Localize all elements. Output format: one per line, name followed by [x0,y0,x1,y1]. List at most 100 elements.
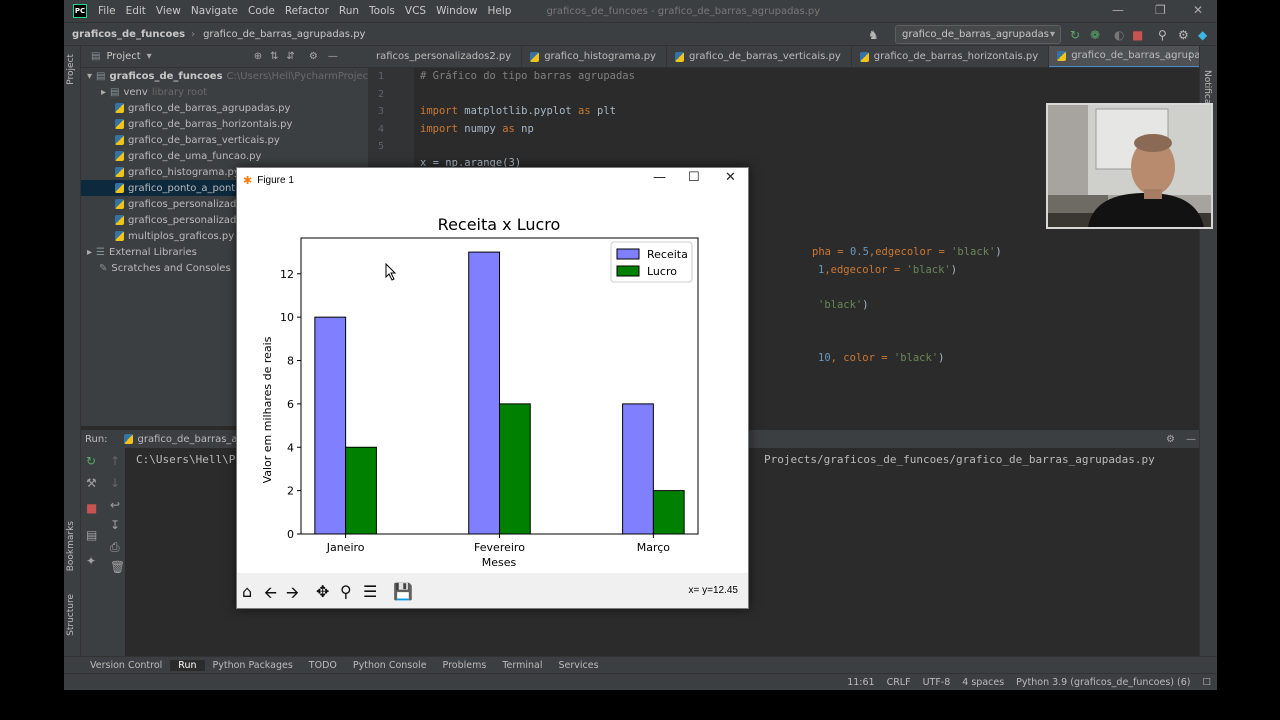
status-bar: 11:61 CRLF UTF-8 4 spaces Python 3.9 (gr… [64,673,1217,690]
up-arrow-icon[interactable]: ↑ [110,454,120,468]
run-panel-label: Run: [85,433,108,445]
debug-icon[interactable]: ❁ [1090,28,1100,42]
breadcrumb-file[interactable]: grafico_de_barras_agrupadas.py [195,29,365,40]
tool-window-services[interactable]: Services [551,660,607,671]
tree-file-label: multiplos_graficos.py [128,230,235,242]
user-icon[interactable]: ♞ [868,28,879,42]
save-icon[interactable]: 💾 [393,582,413,601]
restore-icon[interactable]: ❐ [1155,3,1166,17]
down-arrow-icon[interactable]: ↓ [110,476,120,490]
python-file-icon [115,119,124,129]
indent-setting[interactable]: 4 spaces [956,677,1010,688]
gear-icon[interactable]: ⚙ [1166,434,1175,445]
tree-item-venv[interactable]: ▸ ▤ venv library root [81,84,368,100]
y-tick-label: 10 [280,311,294,324]
minimize-icon[interactable]: — [653,170,666,185]
tree-file[interactable]: grafico_de_barras_agrupadas.py [81,100,368,116]
menu-tools[interactable]: Tools [364,5,400,17]
maximize-icon[interactable]: ☐ [688,170,700,185]
tree-root[interactable]: ▾ ▤ graficos_de_funcoes C:\Users\Hell\Py… [81,68,368,84]
close-icon[interactable]: ✕ [725,170,736,185]
y-tick-label: 4 [287,441,294,454]
x-tick-label: Março [637,541,671,554]
python-file-icon [115,103,124,113]
project-panel-title[interactable]: Project [106,51,140,62]
editor-tab[interactable]: grafico_histograma.py [522,46,667,67]
back-arrow-icon[interactable]: 🡨 [264,582,277,609]
pin-icon[interactable]: ✦ [86,554,96,568]
rerun-icon[interactable]: ↻ [86,454,96,468]
tool-window-bar: Version Control Run Python Packages TODO… [64,656,1217,673]
editor-tab-active[interactable]: grafico_de_barras_agrupadas.py✕ [1049,46,1199,67]
structure-tool-tab[interactable]: Structure [66,594,76,636]
forward-arrow-icon[interactable]: 🡪 [286,582,299,609]
locate-icon[interactable]: ⊕ [254,51,262,62]
mouse-cursor-icon [385,263,397,281]
close-icon[interactable]: ✕ [1193,3,1203,17]
editor-tab[interactable]: grafico_de_barras_verticais.py [667,46,852,67]
search-icon[interactable]: ⚲ [1158,28,1167,42]
layout-icon[interactable]: ▤ [86,528,97,542]
tool-window-todo[interactable]: TODO [301,660,345,671]
hide-panel-icon[interactable]: — [1186,434,1196,445]
jetbrains-ai-icon[interactable]: ◆ [1198,28,1207,42]
wrench-icon[interactable]: ⚒ [86,476,97,490]
tree-file[interactable]: grafico_de_uma_funcao.py [81,148,368,164]
menu-window[interactable]: Window [431,5,482,17]
python-interpreter[interactable]: Python 3.9 (graficos_de_funcoes) (6) [1010,677,1196,688]
expand-all-icon[interactable]: ⇅ [270,51,278,62]
scroll-to-end-icon[interactable]: ↧ [110,518,120,532]
coverage-icon[interactable]: ◐ [1114,28,1124,42]
bookmarks-tool-tab[interactable]: Bookmarks [66,521,76,571]
file-encoding[interactable]: UTF-8 [917,677,957,688]
more-icon[interactable]: ⋮ [1185,50,1196,63]
trash-icon[interactable]: 🗑 [110,560,125,574]
line-separator[interactable]: CRLF [881,677,917,688]
code-line-fragment: 10, color = 'black') [818,352,945,364]
x-tick-label: Janeiro [326,541,365,554]
editor-tab[interactable]: grafico_de_barras_horizontais.py [852,46,1050,67]
rerun-icon[interactable]: ↻ [1070,28,1080,42]
tool-window-python-console[interactable]: Python Console [345,660,435,671]
menu-edit[interactable]: Edit [121,5,151,17]
editor-tab-label: grafico_de_barras_agrupadas.py [1071,50,1199,61]
python-file-icon [530,51,540,62]
project-tool-tab[interactable]: Project [66,54,76,85]
gear-icon[interactable]: ⚙ [309,51,318,62]
stop-icon[interactable]: ■ [1132,28,1143,42]
tool-window-terminal[interactable]: Terminal [494,660,550,671]
print-icon[interactable]: ⎙ [110,540,120,555]
menu-run[interactable]: Run [334,5,364,17]
hide-panel-icon[interactable]: — [328,51,338,62]
menu-code[interactable]: Code [243,5,280,17]
menu-refactor[interactable]: Refactor [280,5,334,17]
tool-window-version-control[interactable]: Version Control [82,660,170,671]
run-config-selector[interactable]: grafico_de_barras_agrupadas ▾ [895,25,1061,44]
menu-vcs[interactable]: VCS [400,5,431,17]
breadcrumb-project[interactable]: graficos_de_funcoes [64,29,185,40]
figure-title: Figure 1 [257,174,294,186]
tool-window-run[interactable]: Run [170,659,205,671]
zoom-icon[interactable]: ⚲ [340,582,352,601]
menu-help[interactable]: Help [483,5,517,17]
collapse-all-icon[interactable]: ⇵ [286,51,294,62]
editor-tab[interactable]: raficos_personalizados2.py [368,46,523,67]
menu-file[interactable]: File [93,5,121,17]
lock-icon[interactable]: ☐ [1196,677,1217,688]
menu-view[interactable]: View [151,5,186,17]
tree-file[interactable]: grafico_de_barras_horizontais.py [81,116,368,132]
home-icon[interactable]: ⌂ [242,582,252,601]
pan-icon[interactable]: ✥ [316,582,329,601]
minimize-icon[interactable]: — [1112,3,1124,17]
settings-icon[interactable]: ⚙ [1178,28,1189,42]
soft-wrap-icon[interactable]: ↩ [110,498,120,512]
menu-navigate[interactable]: Navigate [186,5,243,17]
caret-position[interactable]: 11:61 [841,677,880,688]
tree-file[interactable]: grafico_de_barras_verticais.py [81,132,368,148]
chevron-down-icon[interactable]: ▾ [147,51,152,62]
tool-window-python-packages[interactable]: Python Packages [205,660,301,671]
stop-icon[interactable]: ■ [86,501,97,515]
tab-list-chevron-icon[interactable]: ⌵ [1164,50,1172,64]
tool-window-problems[interactable]: Problems [435,660,495,671]
configure-subplots-icon[interactable]: ☰ [363,582,377,601]
